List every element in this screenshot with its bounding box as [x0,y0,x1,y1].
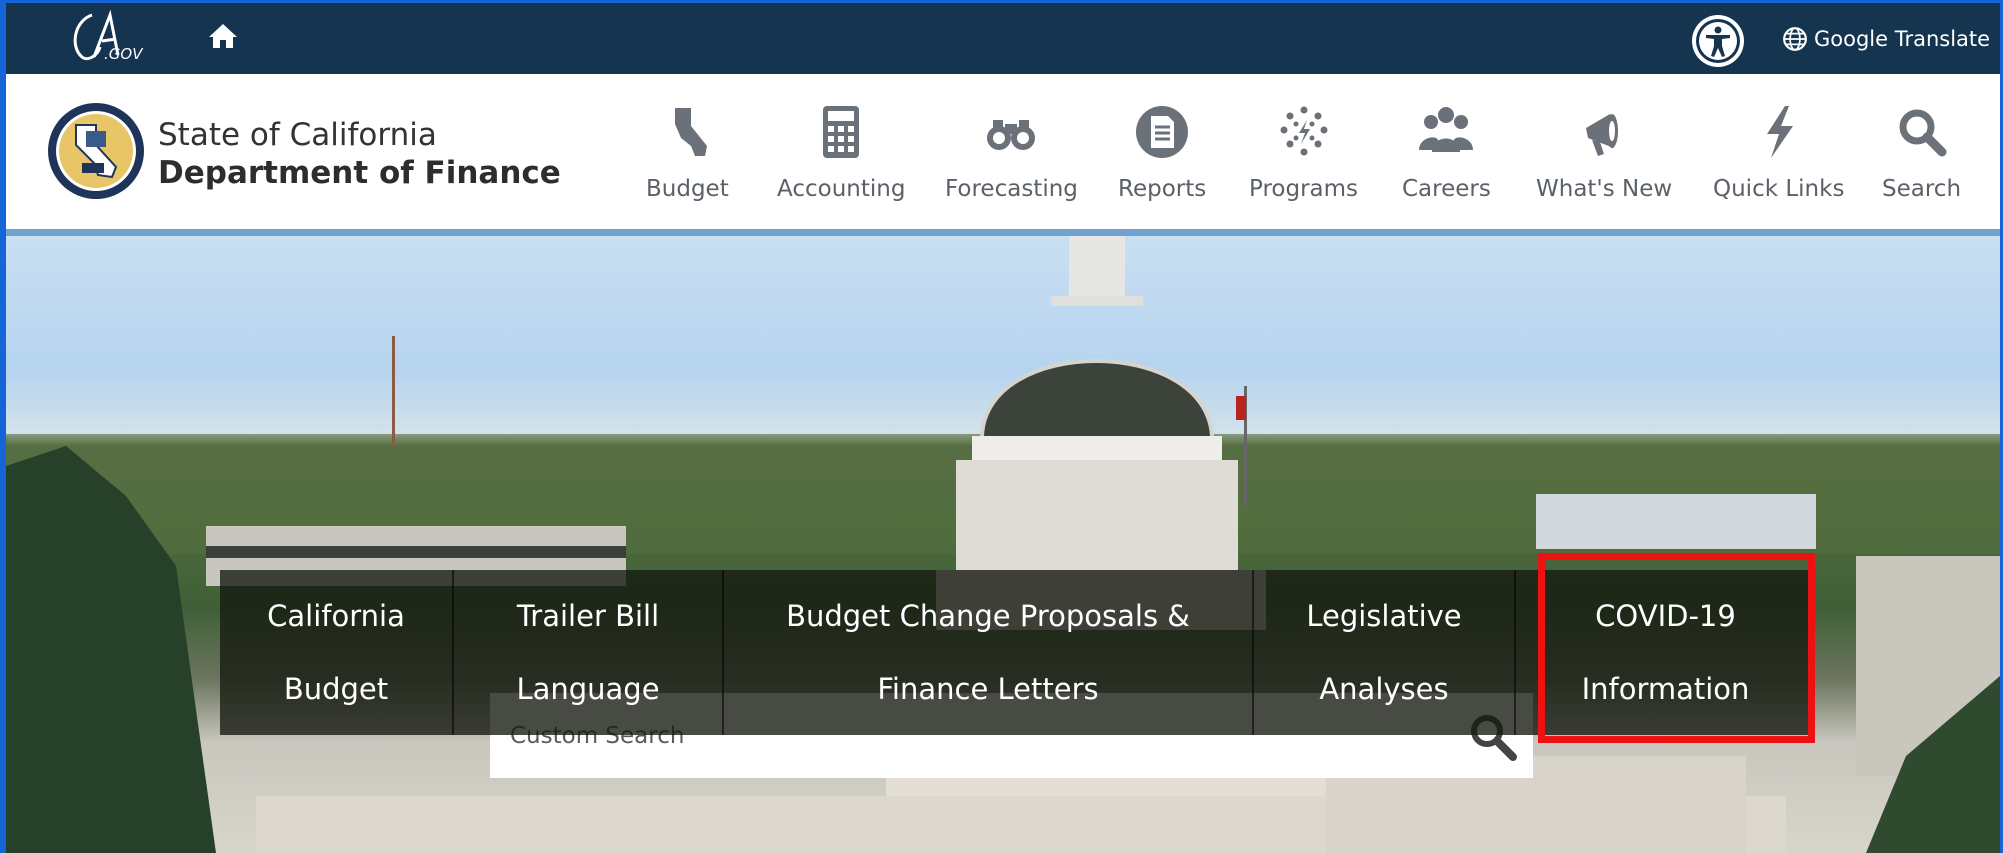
quick-link-line: Language [516,671,660,706]
nav-label: Programs [1249,176,1359,202]
quick-link-covid-19-information[interactable]: COVID-19 Information [1516,570,1815,735]
binoculars-icon [987,120,1036,150]
quick-link-line: Budget Change Proposals & [786,598,1190,633]
quick-link-line: Trailer Bill [516,598,660,633]
quick-link-trailer-bill-language[interactable]: Trailer Bill Language [454,570,722,735]
nav-label: Search [1882,176,1962,202]
hero-banner [6,236,2000,853]
calculator-icon [823,106,860,158]
nav-careers[interactable]: Careers [1402,102,1491,212]
people-group-icon [1419,107,1474,152]
nav-label: Quick Links [1713,176,1845,202]
quick-link-line: Legislative [1306,598,1462,633]
nav-label: Forecasting [945,176,1078,202]
programs-sparkle-icon [1280,106,1328,156]
nav-forecasting[interactable]: Forecasting [945,102,1078,212]
utility-bar: .GOV Google Translate [6,3,2000,74]
globe-icon [1783,27,1807,51]
department-name[interactable]: State of California Department of Financ… [158,116,561,192]
report-document-icon [1136,106,1189,158]
header-divider [6,229,2000,236]
nav-budget[interactable]: Budget [646,102,729,212]
site-header: State of California Department of Financ… [6,74,2000,229]
nav-programs[interactable]: Programs [1249,102,1358,212]
quick-link-line: Budget [283,671,389,706]
browser-viewport: .GOV Google Translate State of Californi… [6,3,2000,853]
quick-link-california-budget[interactable]: California Budget [220,570,452,735]
nav-label: Budget [646,176,729,202]
svg-text:.GOV: .GOV [104,45,144,63]
quick-link-line: COVID-19 [1595,598,1736,633]
nav-label: Accounting [777,176,906,202]
nav-label: Reports [1118,176,1207,202]
nav-reports[interactable]: Reports [1118,102,1206,212]
search-icon [1899,109,1947,157]
ca-gov-logo[interactable]: .GOV [64,7,154,67]
nav-whats-new[interactable]: What's New [1536,102,1672,212]
quick-link-line: California [267,598,405,633]
nav-quick-links[interactable]: Quick Links [1713,102,1844,212]
quick-link-budget-change-proposals[interactable]: Budget Change Proposals & Finance Letter… [724,570,1252,735]
translate-label: Google Translate [1814,27,1991,51]
home-icon[interactable] [206,19,240,53]
quick-links-panel: California Budget Trailer Bill Language … [220,570,1815,735]
nav-label: What's New [1536,176,1673,202]
quick-link-line: Analyses [1319,671,1449,706]
quick-link-line: Information [1581,671,1750,706]
quick-link-legislative-analyses[interactable]: Legislative Analyses [1254,570,1514,735]
quick-link-line: Finance Letters [877,671,1099,706]
org-line1: State of California [158,117,437,153]
california-map-icon [675,108,708,156]
google-translate-link[interactable]: Google Translate [1782,21,1990,57]
nav-search[interactable]: Search [1882,102,1961,212]
nav-accounting[interactable]: Accounting [777,102,905,212]
nav-label: Careers [1402,176,1491,202]
org-line2: Department of Finance [158,155,561,191]
department-seal[interactable] [46,101,146,201]
accessibility-icon[interactable] [1690,13,1746,69]
megaphone-icon [1586,114,1619,156]
lightning-bolt-icon [1766,106,1793,158]
